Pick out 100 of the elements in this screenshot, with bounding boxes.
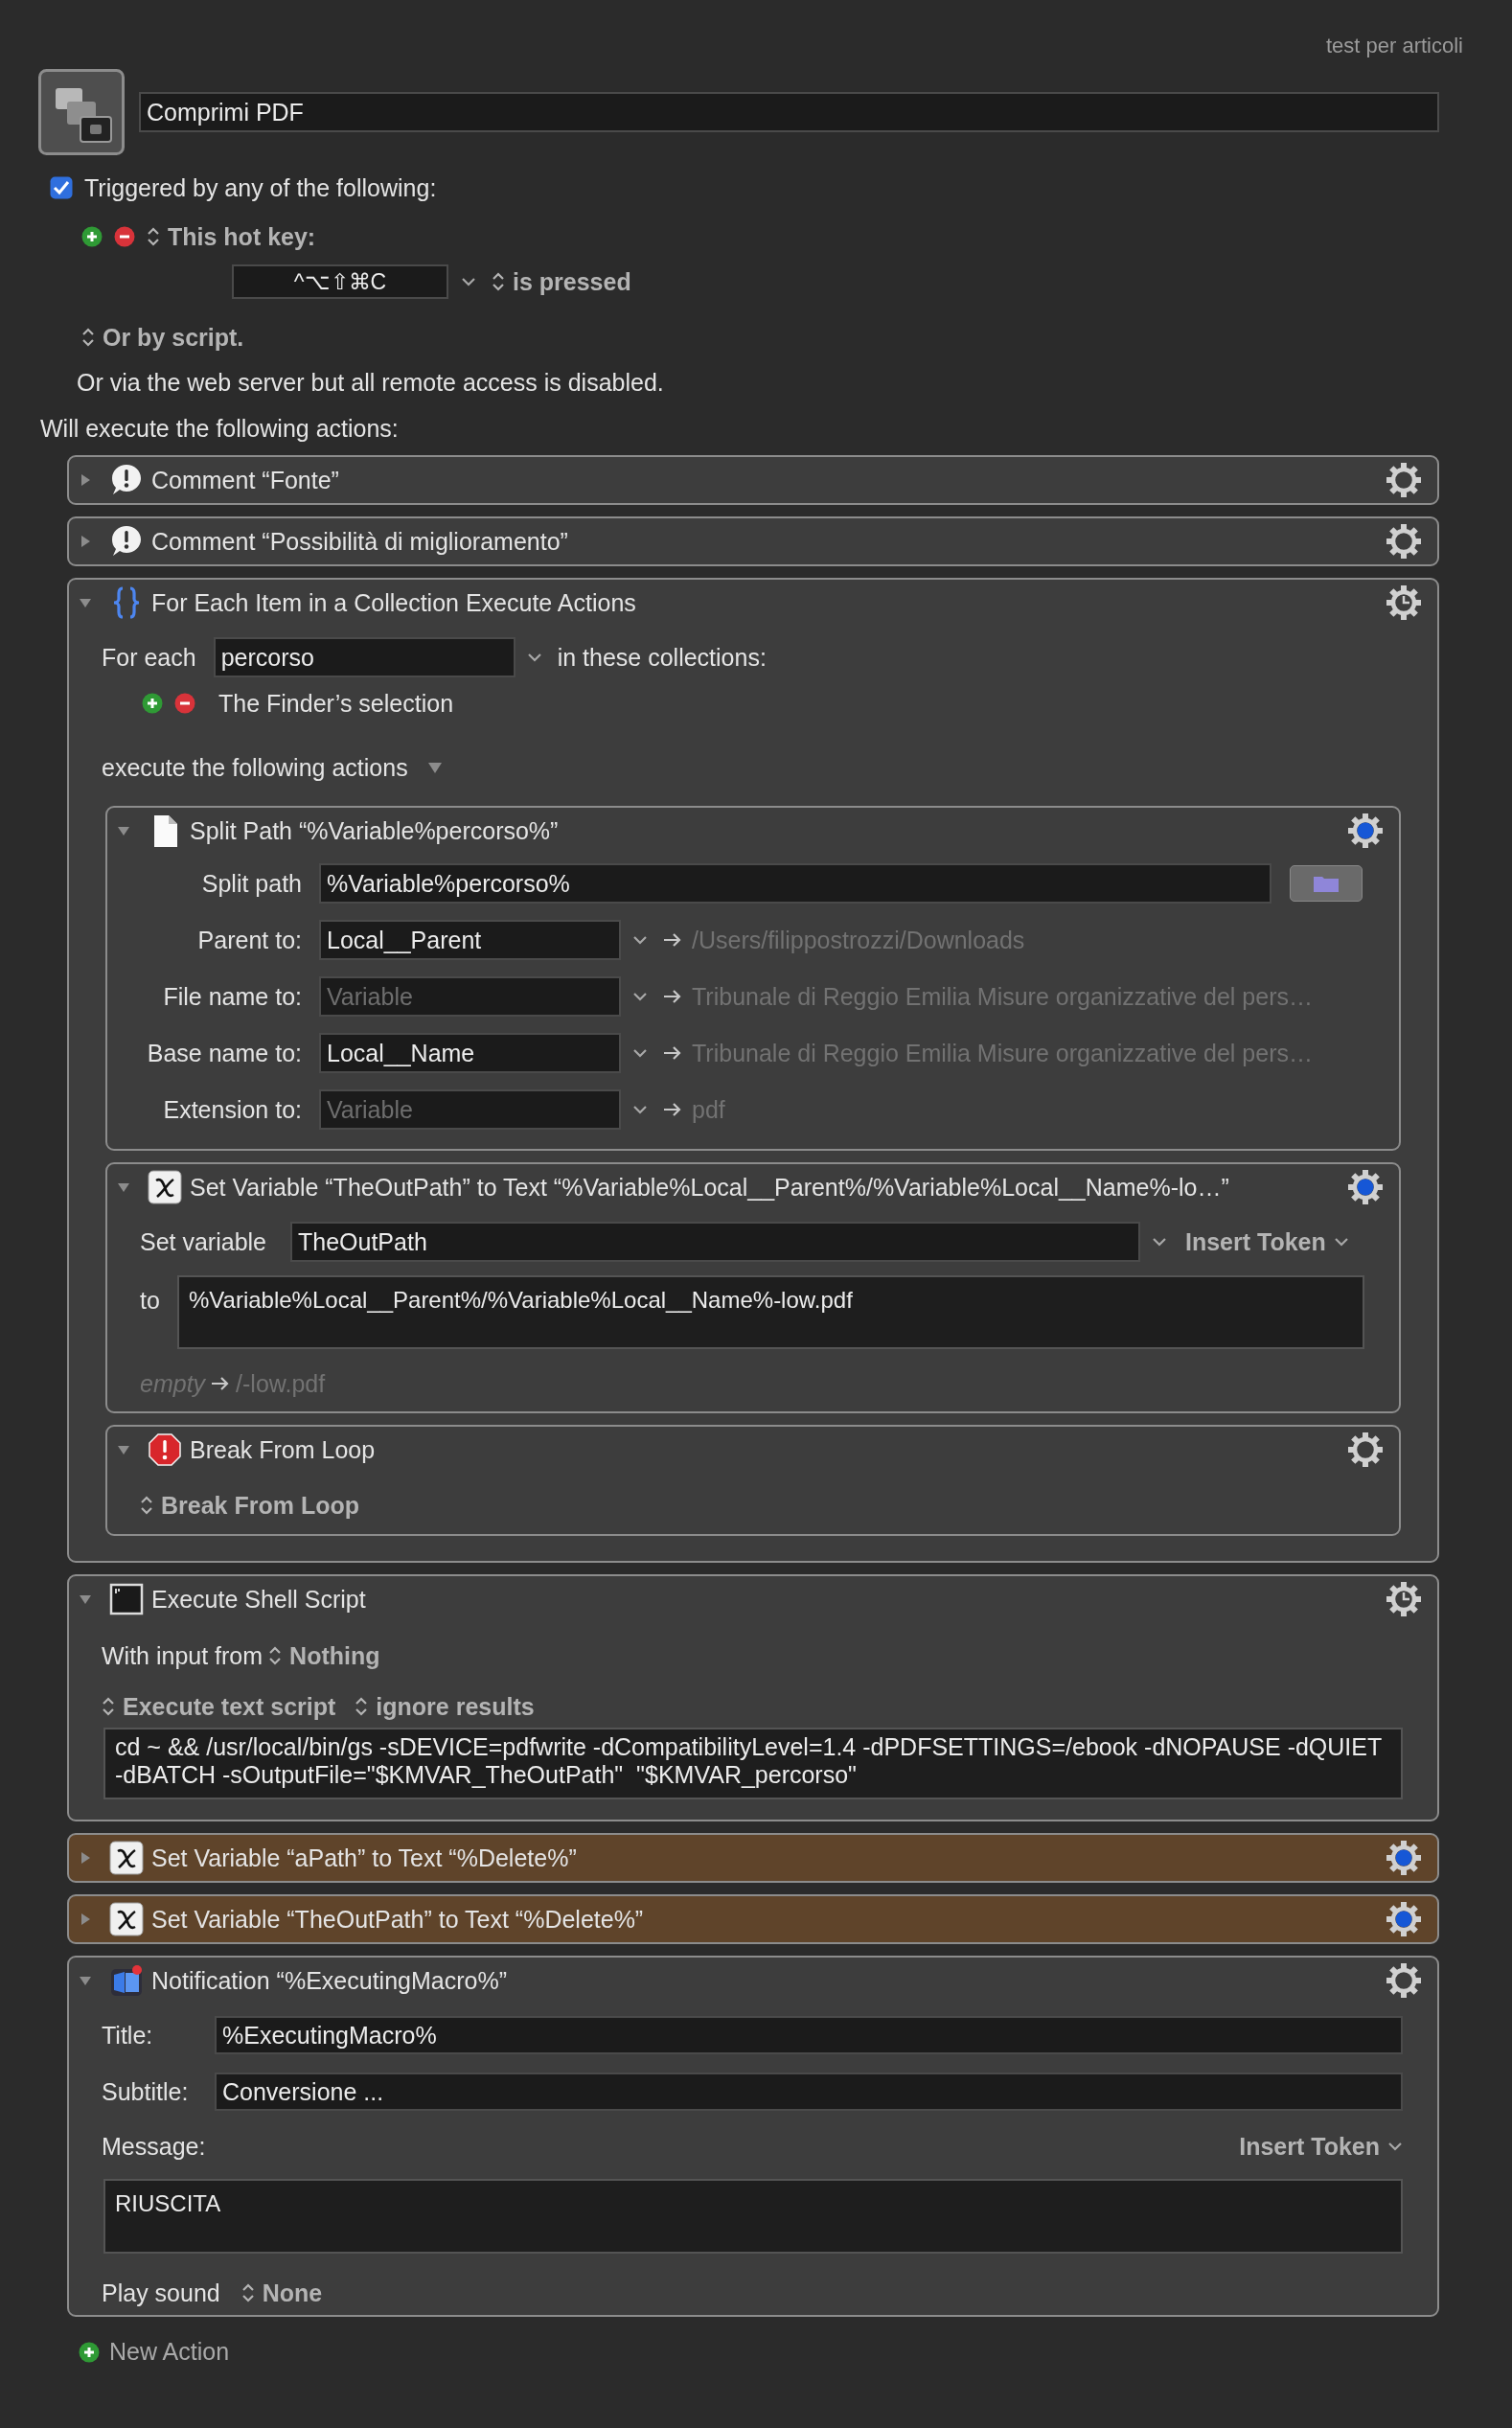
sound-popup[interactable]: None [241,2279,323,2307]
updown-arrows-icon[interactable] [81,326,95,349]
gear-icon[interactable] [1386,584,1422,621]
chevron-down-icon[interactable] [632,1048,648,1058]
field-label: Title: [102,2021,154,2050]
gear-icon[interactable] [1386,523,1422,560]
hot-key-field[interactable]: ^⌥⇧⌘C [232,264,448,299]
action-title: Set Variable “TheOutPath” to Text “%Delete%” [151,1905,645,1934]
speech-bubble-icon [109,463,144,497]
field-label: With input from [102,1641,263,1670]
gear-icon[interactable] [1386,1581,1422,1617]
add-icon[interactable] [142,693,163,714]
web-server-note: Or via the web server but all remote access is disabled. [77,368,664,397]
disclosure-triangle[interactable] [79,1974,92,1987]
field-label: Split path [200,869,302,898]
break-mode-popup[interactable]: Break From Loop [140,1491,359,1520]
insert-token-button[interactable]: Insert Token [1185,1227,1349,1256]
gear-icon[interactable] [1386,462,1422,498]
group-label: test per articoli [1325,34,1463,58]
remove-icon[interactable] [114,226,135,247]
terminal-icon [109,1582,144,1616]
variable-field[interactable]: Local__Parent [319,920,621,960]
field-label: Play sound [102,2279,220,2307]
script-text-area[interactable]: cd ~ && /usr/local/bin/gs -sDEVICE=pdfwrite -dCompatibilityLevel=1.4 -dPDFSETTINGS=/ebook -dNOPAUSE -dQUIET -dBATCH -sOutputFile="$KMVAR_TheOutPath" "$KMVAR_percorso" [103,1728,1403,1799]
variable-icon [109,1902,144,1936]
variable-field[interactable]: Local__Name [319,1033,621,1073]
gear-icon[interactable] [1347,813,1384,849]
field-label: Base name to: [146,1039,302,1067]
action-title: Execute Shell Script [151,1585,367,1614]
updown-arrows-icon[interactable] [355,1695,369,1718]
action-title: Notification “%ExecutingMacro%” [151,1966,508,1995]
script-mode-popup[interactable]: Execute text script [102,1692,336,1721]
variable-field[interactable]: percorso [213,637,515,677]
action-title: Break From Loop [190,1435,377,1464]
action-title: For Each Item in a Collection Execute Actions [151,588,637,617]
gear-icon[interactable] [1347,1432,1384,1468]
message-text-area[interactable]: RIUSCITA [103,2179,1403,2254]
notification-icon [109,1963,144,1998]
insert-token-button[interactable]: Insert Token [1239,2132,1403,2161]
disclosure-triangle[interactable] [117,1443,130,1456]
add-icon[interactable] [79,2341,100,2363]
text-field[interactable]: %ExecutingMacro% [215,2016,1403,2054]
chevron-down-icon[interactable] [632,935,648,945]
disclosure-triangle[interactable] [117,824,130,837]
field-label: Subtitle: [102,2077,190,2106]
new-action-button[interactable]: New Action [79,2338,230,2366]
macro-icon[interactable] [38,69,125,155]
remove-icon[interactable] [174,693,195,714]
action-title: Comment “Fonte” [151,466,340,494]
disclosure-triangle[interactable] [79,535,92,548]
actions-label: Will execute the following actions: [40,414,399,443]
disclosure-triangle[interactable] [79,1913,92,1926]
updown-arrows-icon[interactable] [492,270,505,293]
variable-icon [148,1170,182,1204]
field-label: File name to: [162,982,302,1011]
text-area[interactable]: %Variable%Local__Parent%/%Variable%Local__Name%-low.pdf [177,1275,1364,1349]
collection-item[interactable]: The Finder’s selection [218,689,454,718]
field-label: Extension to: [162,1095,302,1124]
gear-icon[interactable] [1386,1962,1422,1999]
dropdown-triangle-icon[interactable] [426,761,443,774]
trigger-label: Triggered by any of the following: [84,173,437,202]
disclosure-triangle[interactable] [79,1851,92,1865]
updown-arrows-icon[interactable] [268,1644,283,1667]
variable-field[interactable]: TheOutPath [290,1222,1140,1262]
results-popup[interactable]: ignore results [355,1692,535,1721]
chevron-down-icon[interactable] [1333,1237,1349,1247]
key-condition-popup[interactable]: is pressed [492,267,631,296]
updown-arrows-icon[interactable] [140,1494,153,1517]
updown-arrows-icon[interactable] [147,225,160,248]
chevron-down-icon[interactable] [526,653,542,662]
disclosure-triangle[interactable] [79,596,92,609]
action-title: Comment “Possibilità di miglioramento” [151,527,569,556]
add-icon[interactable] [81,226,103,247]
field-label: Message: [102,2132,206,2161]
arrow-icon [663,1102,682,1117]
field-label: Set variable [140,1227,268,1256]
gear-icon[interactable] [1347,1169,1384,1205]
text-field[interactable]: Conversione ... [215,2073,1403,2111]
disclosure-triangle[interactable] [79,473,92,487]
gear-icon[interactable] [1386,1901,1422,1937]
field-label: Parent to: [196,926,302,954]
chevron-down-icon[interactable] [632,992,648,1001]
chevron-down-icon[interactable] [1387,2142,1403,2151]
gear-icon[interactable] [1386,1840,1422,1876]
action-title: Split Path “%Variable%percorso%” [190,816,560,845]
path-field[interactable]: %Variable%percorso% [319,863,1271,904]
field-label: in these collections: [557,643,767,672]
disclosure-triangle[interactable] [117,1180,130,1194]
disclosure-triangle[interactable] [79,1592,92,1606]
input-source-popup[interactable]: Nothing [268,1641,380,1670]
macro-name-field[interactable]: Comprimi PDF [139,92,1439,132]
updown-arrows-icon[interactable] [102,1695,115,1718]
trigger-type-popup[interactable]: This hot key: [147,222,316,251]
arrow-icon [211,1376,231,1391]
script-trigger-popup[interactable]: Or by script. [81,323,244,352]
chevron-down-icon[interactable] [461,277,476,286]
checkbox[interactable] [50,176,73,199]
chevron-down-icon[interactable] [632,1105,648,1114]
updown-arrows-icon[interactable] [241,2281,255,2304]
chevron-down-icon[interactable] [1152,1237,1167,1247]
